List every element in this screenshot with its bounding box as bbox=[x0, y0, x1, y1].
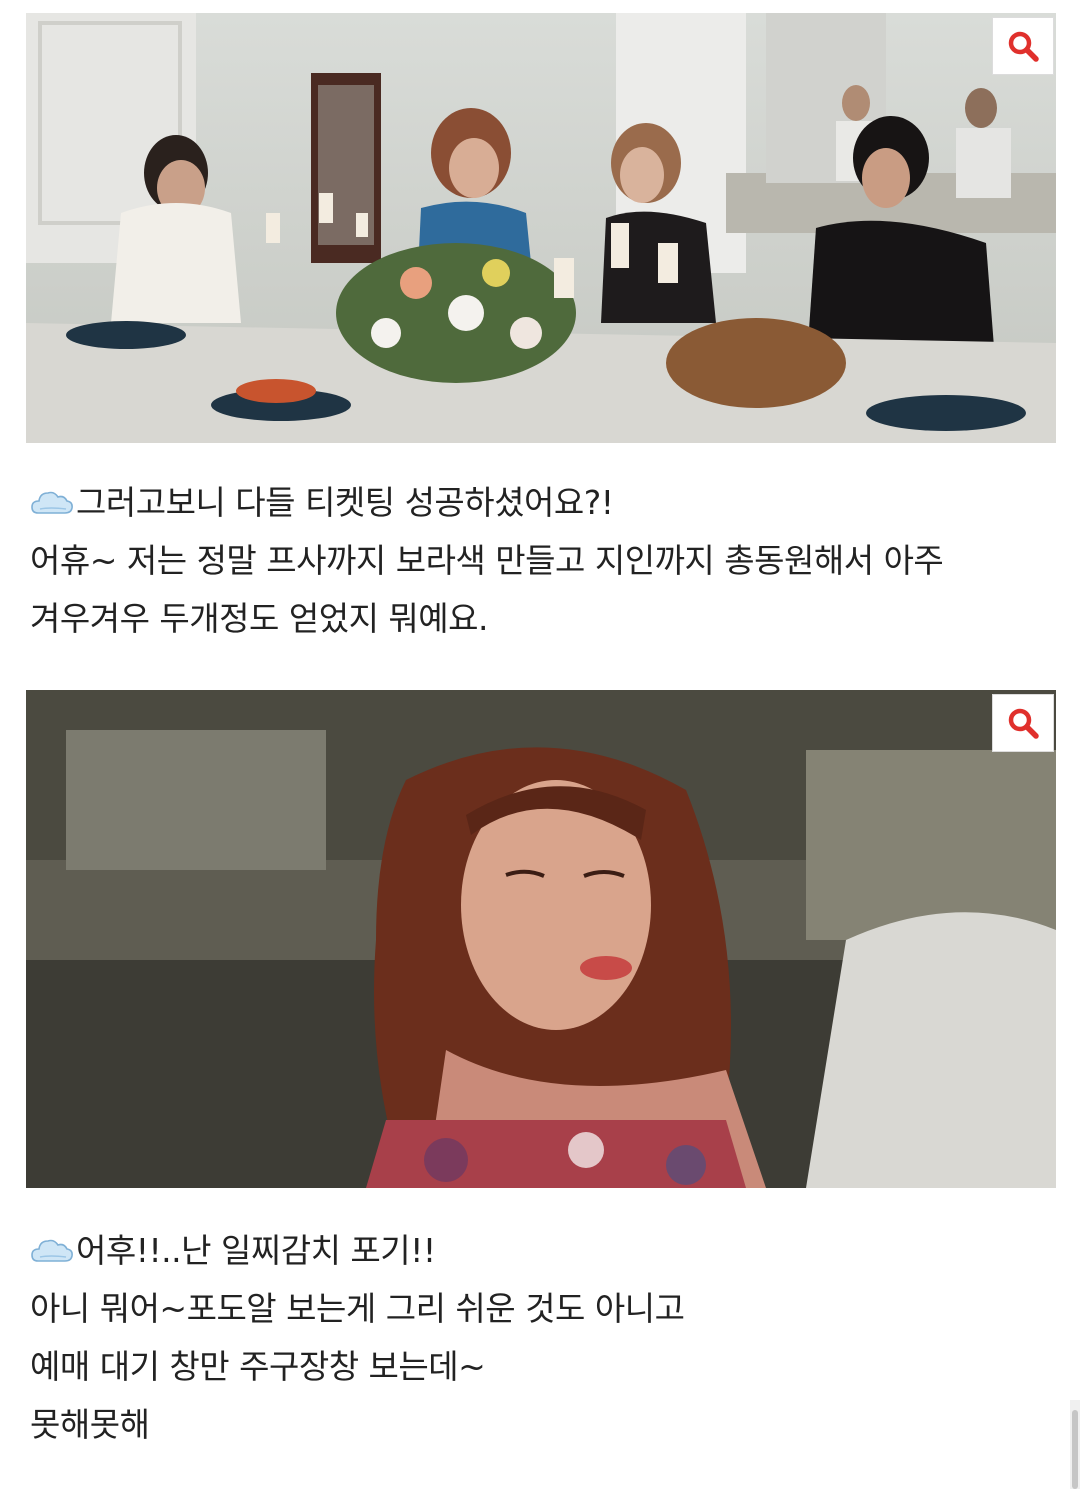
woman-closeup-illustration bbox=[26, 690, 1056, 1188]
post-line: 못해못해 bbox=[30, 1396, 1060, 1454]
cloud-emoji-icon bbox=[31, 491, 73, 514]
post-line: 아니 뭐어~포도알 보는게 그리 쉬운 것도 아니고 bbox=[30, 1280, 1060, 1338]
post-line-text: 못해못해 bbox=[30, 1405, 150, 1444]
post-line-text: 그러고보니 다들 티켓팅 성공하셨어요?! bbox=[76, 483, 614, 522]
post-line: 그러고보니 다들 티켓팅 성공하셨어요?! bbox=[30, 474, 1060, 532]
post-line-text: 어후!!..난 일찌감치 포기!! bbox=[76, 1231, 436, 1270]
dinner-scene-image bbox=[26, 13, 1056, 443]
post-line: 겨우겨우 두개정도 얻었지 뭐예요. bbox=[30, 590, 1060, 648]
magnifier-icon bbox=[1008, 31, 1039, 62]
scrollbar-thumb[interactable] bbox=[1072, 1410, 1078, 1489]
magnifier-icon bbox=[1008, 708, 1039, 739]
woman-closeup-image bbox=[26, 690, 1056, 1188]
post-line: 어후!!..난 일찌감치 포기!! bbox=[30, 1222, 1060, 1280]
post-line-text: 겨우겨우 두개정도 얻었지 뭐예요. bbox=[30, 599, 489, 638]
cloud-emoji-icon bbox=[31, 1239, 73, 1262]
post-line-text: 예매 대기 창만 주구장창 보는데~ bbox=[30, 1347, 486, 1386]
post-line: 어휴~ 저는 정말 프사까지 보라색 만들고 지인까지 총동원해서 아주 bbox=[30, 532, 1060, 590]
post-line-text: 어휴~ 저는 정말 프사까지 보라색 만들고 지인까지 총동원해서 아주 bbox=[30, 541, 944, 580]
zoom-button[interactable] bbox=[992, 694, 1054, 752]
dinner-scene-illustration bbox=[26, 13, 1056, 443]
post-text-2: 어후!!..난 일찌감치 포기!! 아니 뭐어~포도알 보는게 그리 쉬운 것도… bbox=[30, 1222, 1060, 1454]
post-text-1: 그러고보니 다들 티켓팅 성공하셨어요?! 어휴~ 저는 정말 프사까지 보라색… bbox=[30, 474, 1060, 648]
zoom-button[interactable] bbox=[992, 17, 1054, 75]
post-line: 예매 대기 창만 주구장창 보는데~ bbox=[30, 1338, 1060, 1396]
post-line-text: 아니 뭐어~포도알 보는게 그리 쉬운 것도 아니고 bbox=[30, 1289, 685, 1328]
